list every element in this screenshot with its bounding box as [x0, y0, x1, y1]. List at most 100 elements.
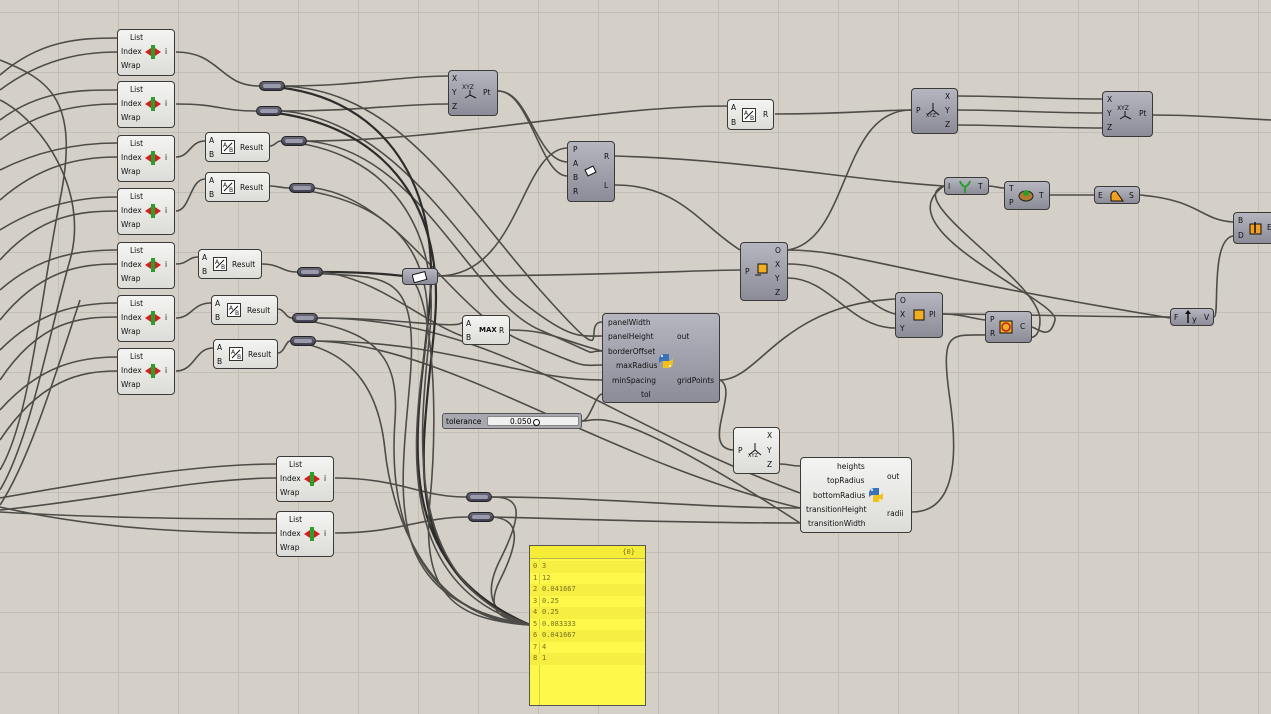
index-input-label: Index [280, 529, 301, 538]
tree-component[interactable]: T P T [1004, 181, 1050, 210]
z-input-label: Z [452, 102, 458, 111]
r-output-label: R [499, 326, 505, 335]
list-item-component[interactable]: List Index Wrap i [117, 188, 175, 235]
list-item-component[interactable]: List Index Wrap i [117, 29, 175, 76]
b-input-label: B [466, 333, 472, 342]
wire [509, 329, 603, 352]
relay-node[interactable] [256, 106, 282, 116]
list-item-component[interactable]: List Index Wrap i [117, 242, 175, 289]
list-item-icon [145, 311, 161, 325]
wrap-input-label: Wrap [280, 543, 300, 552]
a-input-label: A [215, 299, 221, 308]
wire [0, 99, 76, 491]
panel-row: 6 0.041667 [530, 630, 645, 642]
deconstruct-point-component[interactable]: P X Y Z XYZ [733, 427, 780, 474]
z-output-label: Z [775, 288, 781, 297]
pt-output-label: Pt [1139, 109, 1147, 118]
rotate-component[interactable]: P R C [985, 311, 1032, 343]
panel-header: {0} [530, 546, 645, 559]
unit-y-component[interactable]: F y V [1170, 308, 1214, 326]
tolerance-slider[interactable]: tolerance 0.050 [442, 413, 582, 429]
panelwidth-input-label: panelWidth [608, 318, 651, 327]
slider-track[interactable]: 0.050 [487, 416, 579, 426]
b-input-label: B [731, 118, 737, 127]
wire [0, 249, 118, 291]
wire [497, 90, 568, 177]
svg-text:B: B [750, 115, 754, 122]
construct-point-component[interactable]: X Y Z XYZ Pt [1102, 91, 1153, 137]
p-input-label: P [916, 106, 921, 115]
maximum-component[interactable]: A B MAX R [462, 315, 510, 345]
x-input-label: X [1107, 95, 1113, 104]
y-output-label: Y [767, 446, 772, 455]
grasshopper-canvas[interactable]: List Index Wrap i List Index Wrap i List… [0, 0, 1271, 714]
division-component[interactable]: A B AB Result [205, 132, 270, 162]
slider-knob[interactable] [533, 419, 540, 426]
plane-icon [913, 309, 925, 321]
list-item-icon [145, 45, 161, 59]
surface-component[interactable]: P A B R R L [567, 141, 615, 202]
a-input-label: A [573, 159, 579, 168]
relay-component[interactable] [402, 268, 438, 285]
relay-node[interactable] [292, 313, 318, 323]
wire [277, 308, 293, 319]
division-component[interactable]: A B AB Result [205, 172, 270, 202]
list-item-icon [145, 258, 161, 272]
wire [1213, 235, 1234, 318]
deconstruct-plane-component[interactable]: P O X Y Z [740, 242, 788, 301]
wire [175, 347, 214, 372]
relay-node[interactable] [466, 492, 492, 502]
x-input-label: X [452, 74, 458, 83]
construct-plane-component[interactable]: O X Y Pl [895, 292, 943, 338]
relay-node[interactable] [259, 81, 285, 91]
wire [719, 298, 896, 381]
construct-point-component[interactable]: X Y Z XYZ Pt [448, 70, 498, 116]
list-item-component[interactable]: List Index Wrap i [117, 348, 175, 395]
wire [787, 277, 896, 329]
relay-node[interactable] [297, 267, 323, 277]
b-input-label: B [573, 173, 579, 182]
extrude-component[interactable]: B D E [1233, 212, 1271, 244]
relay-node[interactable] [281, 136, 307, 146]
evaluate-component[interactable]: E S [1094, 186, 1140, 204]
list-item-component[interactable]: List Index Wrap i [117, 135, 175, 182]
wire [175, 178, 206, 212]
relay-node[interactable] [468, 512, 494, 522]
division-component[interactable]: A B AB Result [213, 339, 278, 369]
list-item-component[interactable]: List Index Wrap i [276, 511, 334, 557]
deconstruct-point-component[interactable]: P X Y Z XYZ [911, 88, 958, 134]
y-input-label: Y [1107, 109, 1112, 118]
wire [787, 263, 896, 315]
python-icon [659, 354, 673, 368]
wire [0, 51, 118, 91]
panel-component[interactable]: {0} 03 1 12 2 0.041667 3 0.25 4 0.25 5 0.0833… [529, 545, 646, 706]
wire [269, 185, 290, 189]
division-component[interactable]: A B AB Result [198, 249, 262, 279]
list-item-component[interactable]: List Index Wrap i [117, 81, 175, 128]
construct-point-icon: XYZ [1117, 105, 1132, 120]
division-component[interactable]: A B AB R [727, 99, 774, 130]
relay-node[interactable] [290, 336, 316, 346]
division-icon: AB [742, 108, 756, 122]
list-item-component[interactable]: List Index Wrap i [276, 456, 334, 502]
wire [261, 263, 298, 273]
p-input-label: P [990, 315, 995, 324]
a-input-label: A [466, 319, 472, 328]
graft-component[interactable]: I T [944, 177, 989, 195]
wrap-input-label: Wrap [280, 488, 300, 497]
division-icon: AB [227, 303, 241, 317]
relay-node[interactable] [289, 183, 315, 193]
wire [0, 59, 68, 471]
wire [1139, 194, 1234, 223]
wire [0, 463, 277, 499]
b-input-label: B [209, 190, 215, 199]
division-component[interactable]: A B AB Result [211, 295, 278, 325]
list-item-icon [145, 364, 161, 378]
wire [957, 124, 1103, 129]
a-input-label: A [731, 103, 737, 112]
list-input-label: List [289, 515, 303, 524]
list-item-component[interactable]: List Index Wrap i [117, 295, 175, 342]
x-output-label: X [945, 92, 951, 101]
python-script-component[interactable]: panelWidth panelHeight borderOffset maxR… [602, 313, 720, 403]
python-script-component[interactable]: heights topRadius bottomRadius transitio… [800, 457, 912, 533]
